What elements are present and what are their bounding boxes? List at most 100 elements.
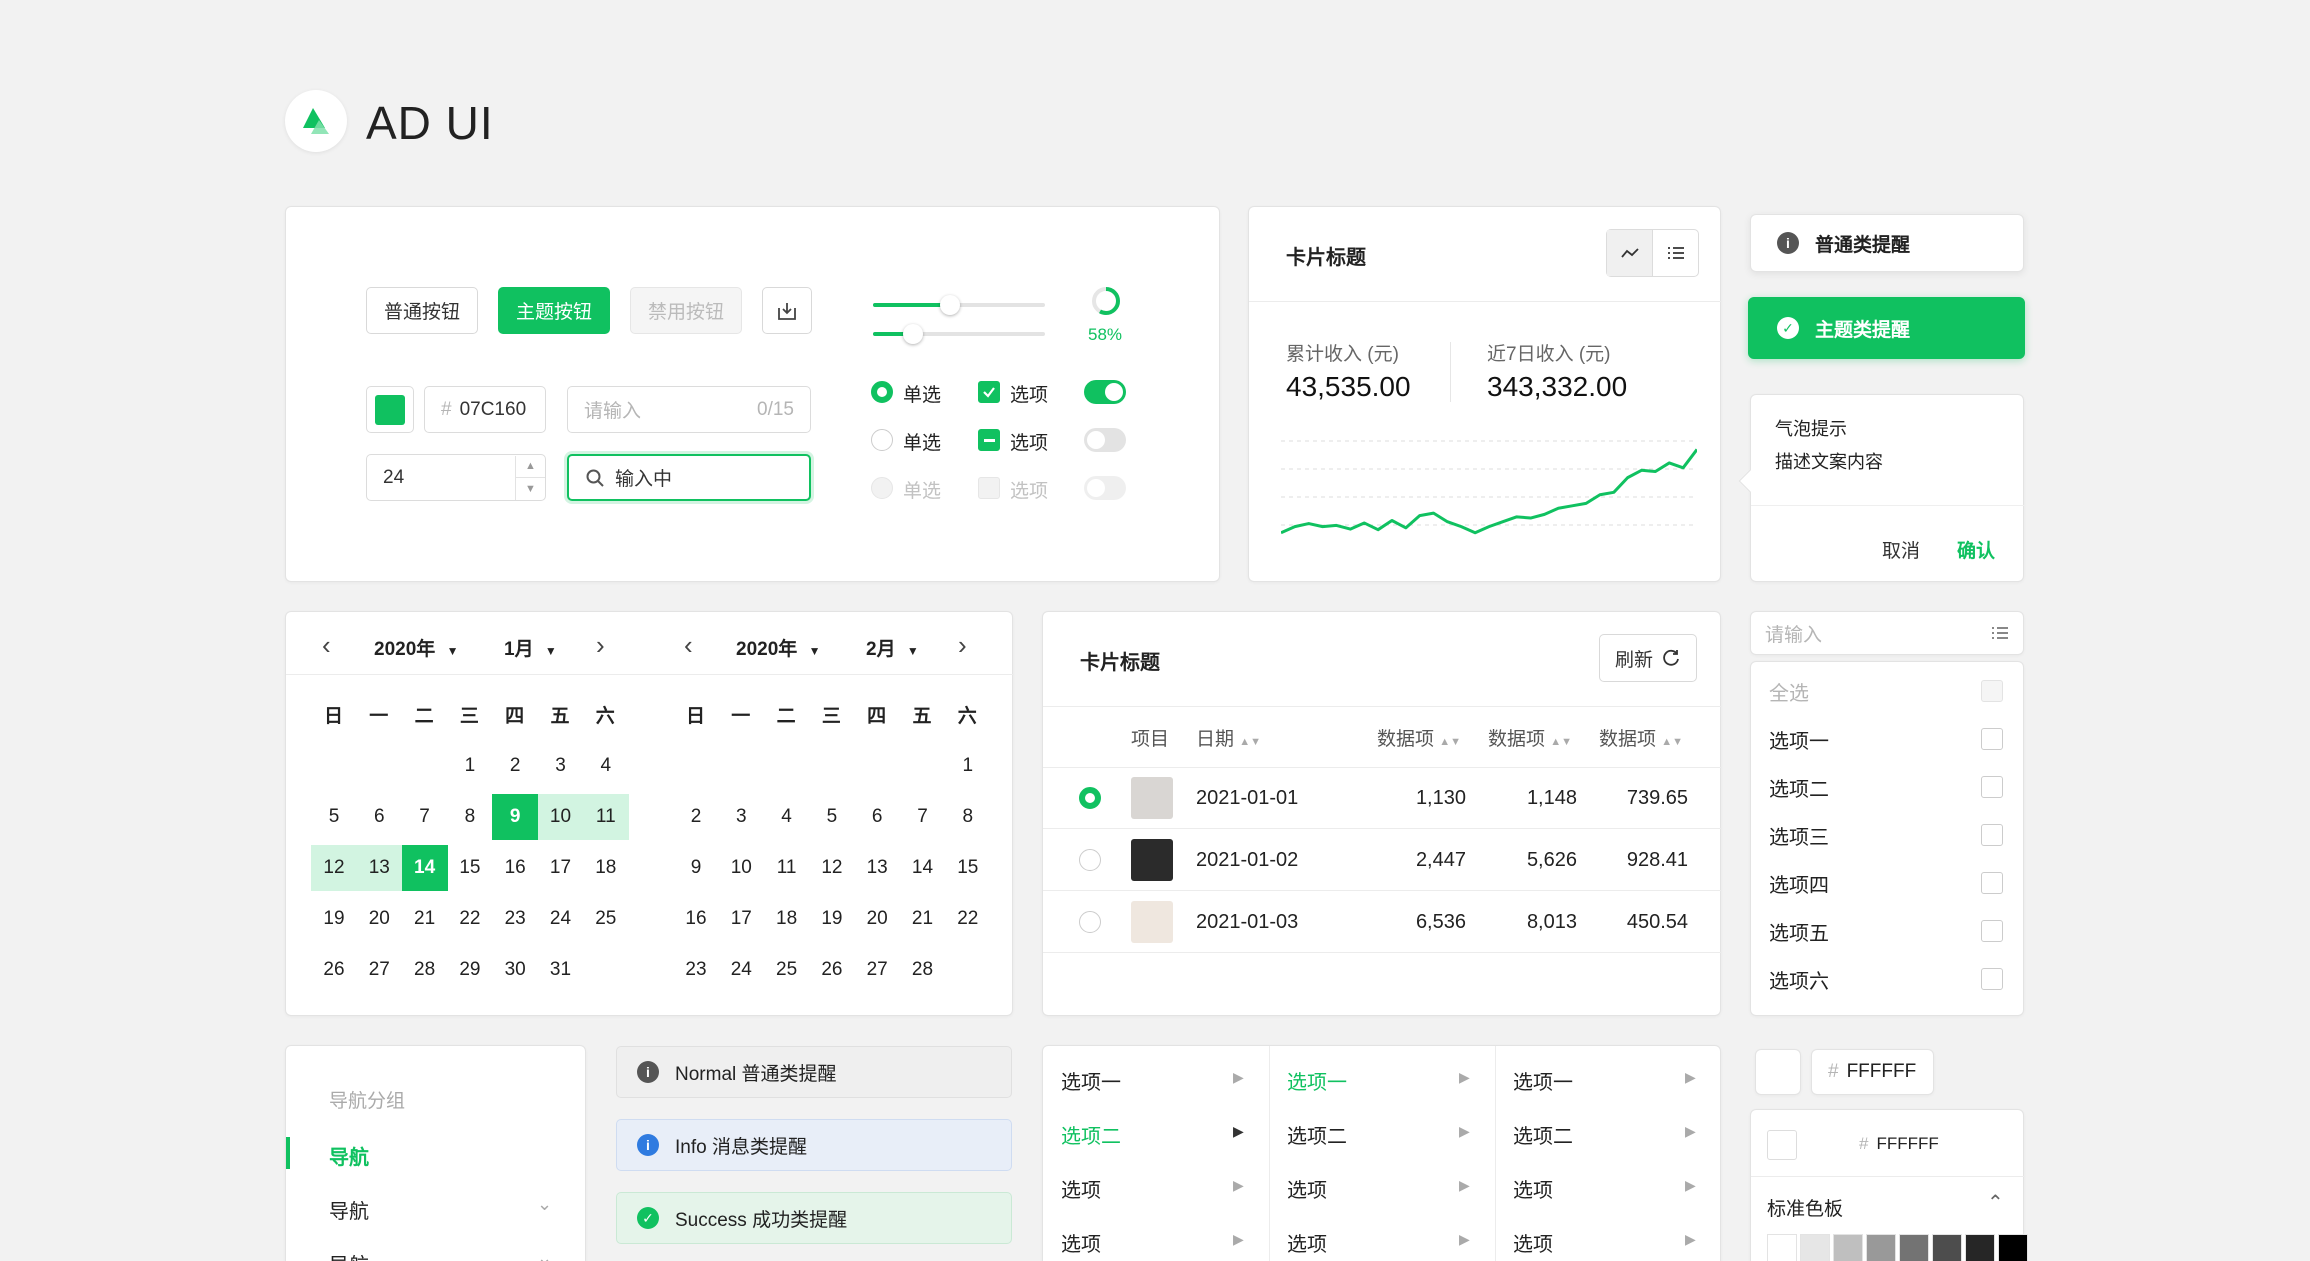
calendar-day[interactable]: 23 <box>673 947 719 993</box>
row-radio[interactable] <box>1079 849 1101 871</box>
list-icon[interactable] <box>1653 230 1698 276</box>
cascader-option[interactable]: 选项 <box>1513 1174 1553 1203</box>
chevron-up-icon[interactable]: ⌃ <box>1987 1190 2004 1215</box>
calendar-day[interactable]: 6 <box>854 794 900 840</box>
calendar-day[interactable]: 9 <box>673 845 719 891</box>
table-row[interactable]: 2021-01-02 2,447 5,626 928.41 <box>1043 829 1722 891</box>
col-data-1[interactable]: 数据项 ▲▼ <box>1377 724 1461 751</box>
option-checkbox[interactable] <box>1981 824 2003 846</box>
checkbox-1[interactable] <box>978 381 1000 403</box>
slider-1[interactable] <box>873 295 1045 315</box>
calendar-day[interactable]: 14 <box>401 845 448 891</box>
cascader-option[interactable]: 选项 <box>1287 1174 1327 1203</box>
calendar-day[interactable]: 5 <box>311 794 357 840</box>
calendar-day[interactable]: 29 <box>447 947 493 993</box>
download-icon-button[interactable] <box>762 287 812 334</box>
calendar-day[interactable]: 26 <box>311 947 357 993</box>
slider-2-handle[interactable] <box>902 324 923 344</box>
cascader-option[interactable]: 选项二 <box>1287 1120 1347 1149</box>
slider-2[interactable] <box>873 324 1045 344</box>
color-preview[interactable] <box>1755 1049 1801 1095</box>
option-checkbox[interactable] <box>1981 776 2003 798</box>
prev-month-icon[interactable]: ‹ <box>322 630 331 661</box>
chevron-right-icon[interactable]: ▶ <box>1685 1069 1696 1086</box>
stepper-down-icon[interactable]: ▼ <box>516 478 545 500</box>
calendar-day[interactable]: 20 <box>854 896 900 942</box>
refresh-button[interactable]: 刷新 <box>1599 634 1697 682</box>
color-swatch[interactable] <box>1998 1234 2028 1261</box>
calendar-day[interactable]: 18 <box>583 845 629 891</box>
calendar-day[interactable]: 14 <box>900 845 946 891</box>
calendar-day[interactable]: 3 <box>718 794 764 840</box>
multiselect-option[interactable]: 选项五 <box>1769 917 1829 946</box>
color-swatch[interactable] <box>1965 1234 1995 1261</box>
stepper-up-icon[interactable]: ▲ <box>516 456 545 478</box>
calendar-day[interactable]: 28 <box>402 947 448 993</box>
multiselect-option[interactable]: 选项六 <box>1769 965 1829 994</box>
slider-1-handle[interactable] <box>940 295 961 315</box>
calendar-day[interactable]: 18 <box>764 896 810 942</box>
multiselect-option[interactable]: 选项四 <box>1769 869 1829 898</box>
cascader-option[interactable]: 选项二 <box>1513 1120 1573 1149</box>
calendar-day[interactable]: 22 <box>447 896 493 942</box>
cascader-option[interactable]: 选项二 <box>1061 1120 1121 1149</box>
toggle-on[interactable] <box>1084 380 1126 404</box>
calendar-day[interactable]: 26 <box>809 947 855 993</box>
chevron-right-icon[interactable]: ▶ <box>1685 1123 1696 1140</box>
next-month-icon-2[interactable]: › <box>958 630 967 661</box>
calendar-day[interactable]: 15 <box>945 845 991 891</box>
calendar-day[interactable]: 2 <box>673 794 719 840</box>
chevron-right-icon[interactable]: ▶ <box>1685 1231 1696 1248</box>
calendar-day[interactable]: 12 <box>311 845 357 891</box>
cascader-option[interactable]: 选项一 <box>1061 1066 1121 1095</box>
left-year-select[interactable]: 2020年 ▼ <box>374 634 458 661</box>
multiselect-option[interactable]: 全选 <box>1769 677 1809 706</box>
checkbox-2[interactable] <box>978 429 1000 451</box>
color-swatch[interactable] <box>1800 1234 1830 1261</box>
calendar-day[interactable]: 10 <box>718 845 764 891</box>
calendar-day[interactable]: 7 <box>900 794 946 840</box>
calendar-day[interactable]: 11 <box>764 845 810 891</box>
calendar-day[interactable]: 4 <box>764 794 810 840</box>
multiselect-input[interactable]: 请输入 <box>1750 611 2024 655</box>
calendar-day[interactable]: 7 <box>402 794 448 840</box>
calendar-day[interactable]: 4 <box>583 743 629 789</box>
col-date[interactable]: 日期 ▲▼ <box>1196 724 1261 751</box>
calendar-day[interactable]: 27 <box>854 947 900 993</box>
calendar-day[interactable]: 21 <box>900 896 946 942</box>
multiselect-option[interactable]: 选项三 <box>1769 821 1829 850</box>
calendar-day[interactable]: 1 <box>447 743 493 789</box>
left-month-select[interactable]: 1月 ▼ <box>504 634 557 661</box>
calendar-day[interactable]: 24 <box>718 947 764 993</box>
multiselect-option[interactable]: 选项一 <box>1769 725 1829 754</box>
option-checkbox[interactable] <box>1981 920 2003 942</box>
popover-cancel[interactable]: 取消 <box>1882 536 1920 563</box>
calendar-day[interactable]: 13 <box>356 845 403 891</box>
calendar-day[interactable]: 17 <box>718 896 764 942</box>
chevron-down-icon[interactable]: ⌄ <box>537 1194 552 1215</box>
cascader-option[interactable]: 选项一 <box>1513 1066 1573 1095</box>
chevron-right-icon[interactable]: ▶ <box>1459 1069 1470 1086</box>
table-row[interactable]: 2021-01-01 1,130 1,148 739.65 <box>1043 767 1722 829</box>
calendar-day[interactable]: 8 <box>447 794 493 840</box>
radio-2[interactable] <box>871 429 893 451</box>
search-input[interactable]: 输入中 <box>567 454 811 501</box>
popover-confirm[interactable]: 确认 <box>1957 536 1995 563</box>
col-data-3[interactable]: 数据项 ▲▼ <box>1599 724 1683 751</box>
cascader-option[interactable]: 选项 <box>1513 1228 1553 1257</box>
option-checkbox[interactable] <box>1981 968 2003 990</box>
calendar-day[interactable]: 16 <box>673 896 719 942</box>
calendar-day[interactable]: 23 <box>492 896 538 942</box>
chevron-right-icon[interactable]: ▶ <box>1459 1177 1470 1194</box>
chevron-right-icon[interactable]: ▶ <box>1233 1177 1244 1194</box>
calendar-day[interactable]: 13 <box>854 845 900 891</box>
toggle-off[interactable] <box>1084 428 1126 452</box>
multiselect-option[interactable]: 选项二 <box>1769 773 1829 802</box>
chevron-right-icon[interactable]: ▶ <box>1233 1231 1244 1248</box>
calendar-day[interactable]: 17 <box>538 845 584 891</box>
calendar-day[interactable]: 6 <box>356 794 402 840</box>
radio-1[interactable] <box>871 381 893 403</box>
calendar-day[interactable]: 20 <box>356 896 402 942</box>
calendar-day[interactable]: 3 <box>538 743 584 789</box>
calendar-day[interactable]: 15 <box>447 845 493 891</box>
